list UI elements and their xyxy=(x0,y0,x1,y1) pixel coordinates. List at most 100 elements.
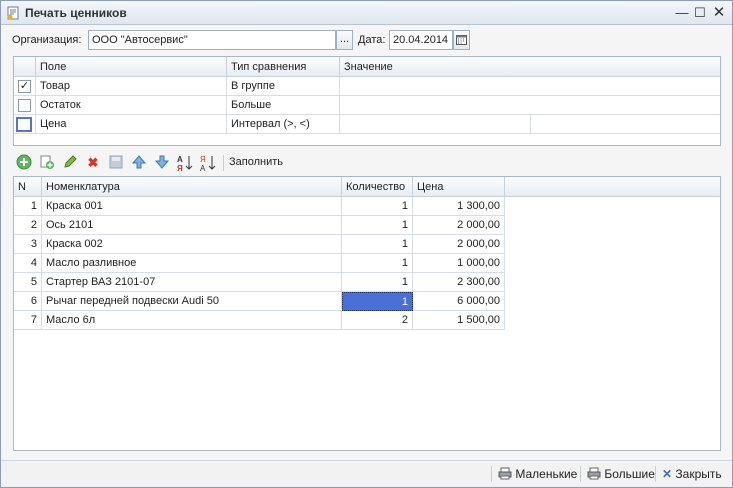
date-label: Дата: xyxy=(358,34,386,46)
organization-select-button[interactable]: ... xyxy=(336,30,353,50)
row-number[interactable]: 3 xyxy=(14,235,42,254)
filter-field-cell[interactable]: Цена xyxy=(36,115,227,134)
filter-header-compare[interactable]: Тип сравнения xyxy=(227,57,340,77)
print-big-button[interactable]: Большие xyxy=(587,467,655,481)
row-nomenclature[interactable]: Ось 2101 xyxy=(42,216,342,235)
row-number[interactable]: 7 xyxy=(14,311,42,330)
row-number[interactable]: 2 xyxy=(14,216,42,235)
filter-header-field[interactable]: Поле xyxy=(36,57,227,77)
row-number[interactable]: 4 xyxy=(14,254,42,273)
filter-table: Поле Тип сравнения Значение ✓ Товар В гр… xyxy=(13,56,721,146)
sort-descending-icon: Я A xyxy=(200,155,216,173)
row-price[interactable]: 2 300,00 xyxy=(413,273,505,292)
row-number[interactable]: 5 xyxy=(14,273,42,292)
filter-value-cell[interactable] xyxy=(340,96,720,115)
copy-row-button[interactable] xyxy=(38,154,56,172)
row-price[interactable]: 6 000,00 xyxy=(413,292,505,311)
header-nomenclature[interactable]: Номенклатура xyxy=(42,177,342,197)
filter-checkbox[interactable] xyxy=(18,99,31,112)
row-nomenclature[interactable]: Масло разливное xyxy=(42,254,342,273)
maximize-button[interactable]: ☐ xyxy=(692,5,708,21)
print-price-tags-window: Печать ценников — ☐ ✕ Организация: ООО "… xyxy=(0,0,733,488)
svg-text:Я: Я xyxy=(177,164,183,172)
table-toolbar: ✖ A Я Я A Заполнить xyxy=(13,153,713,173)
sort-desc-button[interactable]: Я A xyxy=(199,154,217,173)
printer-icon xyxy=(498,467,512,480)
svg-text:A: A xyxy=(200,164,206,172)
end-edit-button[interactable] xyxy=(107,154,125,172)
print-big-label: Большие xyxy=(604,467,655,481)
sort-asc-button[interactable]: A Я xyxy=(176,154,194,173)
filter-value-cell[interactable] xyxy=(340,77,720,96)
row-number[interactable]: 1 xyxy=(14,197,42,216)
footer-separator xyxy=(655,466,656,482)
row-nomenclature[interactable]: Краска 001 xyxy=(42,197,342,216)
toolbar-separator xyxy=(223,155,224,171)
sort-ascending-icon: A Я xyxy=(177,155,193,173)
filter-field-cell[interactable]: Товар xyxy=(36,77,227,96)
row-number[interactable]: 6 xyxy=(14,292,42,311)
row-quantity[interactable]: 1 xyxy=(342,292,413,311)
row-nomenclature[interactable]: Масло 6л xyxy=(42,311,342,330)
organization-field[interactable]: ООО "Автосервис" xyxy=(88,30,336,50)
row-price[interactable]: 1 000,00 xyxy=(413,254,505,273)
footer-separator xyxy=(580,466,581,482)
print-small-label: Маленькие xyxy=(515,467,578,481)
row-nomenclature[interactable]: Рычаг передней подвески Audi 50 xyxy=(42,292,342,311)
close-button[interactable]: ✕ Закрыть xyxy=(662,467,722,481)
row-quantity[interactable]: 1 xyxy=(342,254,413,273)
row-price[interactable]: 2 000,00 xyxy=(413,235,505,254)
row-price[interactable]: 1 300,00 xyxy=(413,197,505,216)
row-quantity[interactable]: 1 xyxy=(342,197,413,216)
row-price[interactable]: 1 500,00 xyxy=(413,311,505,330)
date-field[interactable]: 20.04.2014 xyxy=(389,30,453,50)
close-icon: ✕ xyxy=(662,467,673,481)
window-title: Печать ценников xyxy=(25,6,127,20)
move-up-button[interactable] xyxy=(130,154,148,172)
filter-compare-cell[interactable]: В группе xyxy=(227,77,340,96)
close-label: Закрыть xyxy=(675,467,722,481)
items-table: N Номенклатура Количество Цена 1 Краска 0… xyxy=(13,176,721,451)
app-icon xyxy=(7,6,19,20)
header-empty xyxy=(505,177,720,197)
print-small-button[interactable]: Маленькие xyxy=(498,467,577,481)
title-bar: Печать ценников — ☐ ✕ xyxy=(1,1,732,25)
header-fields: Организация: ООО "Автосервис" ... Дата: … xyxy=(1,29,732,51)
row-price[interactable]: 2 000,00 xyxy=(413,216,505,235)
header-n[interactable]: N xyxy=(14,177,42,197)
filter-checkbox-checked[interactable]: ✓ xyxy=(18,80,31,93)
save-icon xyxy=(109,155,123,169)
filter-compare-cell[interactable]: Больше xyxy=(227,96,340,115)
edit-row-button[interactable] xyxy=(61,154,79,172)
header-quantity[interactable]: Количество xyxy=(342,177,413,197)
row-nomenclature[interactable]: Краска 002 xyxy=(42,235,342,254)
row-quantity[interactable]: 1 xyxy=(342,216,413,235)
delete-icon: ✖ xyxy=(87,155,99,170)
svg-text:Я: Я xyxy=(200,155,206,164)
filter-value-from-cell[interactable] xyxy=(340,115,531,134)
add-row-button[interactable] xyxy=(15,154,33,172)
filter-checkbox-focused[interactable] xyxy=(16,117,32,132)
filter-row-check-cell: ✓ xyxy=(14,77,36,96)
copy-icon xyxy=(40,155,54,169)
filter-header-value[interactable]: Значение xyxy=(340,57,720,77)
filter-value-to-cell[interactable] xyxy=(531,115,720,134)
row-quantity[interactable]: 1 xyxy=(342,235,413,254)
fill-button[interactable]: Заполнить xyxy=(229,156,283,168)
calendar-button[interactable] xyxy=(453,30,470,50)
printer-icon xyxy=(587,467,601,480)
calendar-icon xyxy=(456,35,467,45)
row-quantity[interactable]: 1 xyxy=(342,273,413,292)
arrow-up-icon xyxy=(131,155,147,169)
header-price[interactable]: Цена xyxy=(413,177,505,197)
row-nomenclature[interactable]: Стартер ВАЗ 2101-07 xyxy=(42,273,342,292)
organization-label: Организация: xyxy=(12,34,82,46)
filter-field-cell[interactable]: Остаток xyxy=(36,96,227,115)
minimize-button[interactable]: — xyxy=(674,5,690,21)
close-window-button[interactable]: ✕ xyxy=(711,5,727,21)
svg-text:A: A xyxy=(177,155,183,164)
row-quantity[interactable]: 2 xyxy=(342,311,413,330)
move-down-button[interactable] xyxy=(153,154,171,172)
filter-compare-cell[interactable]: Интервал (>, <) xyxy=(227,115,340,134)
delete-row-button[interactable]: ✖ xyxy=(84,154,102,172)
